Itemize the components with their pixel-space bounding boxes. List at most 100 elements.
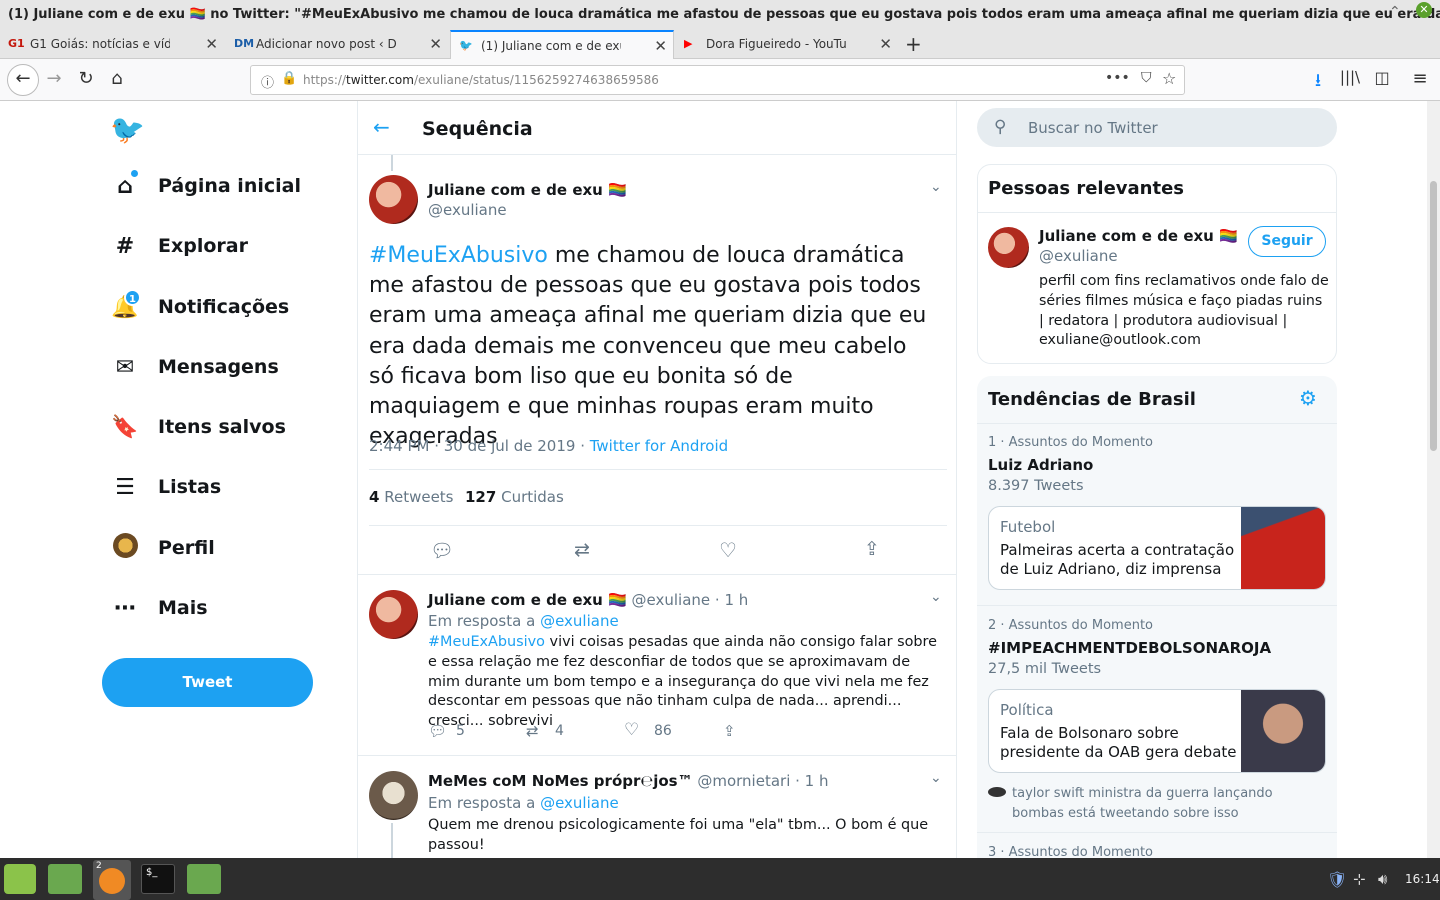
reply-avatar[interactable]: [369, 590, 418, 639]
scrollbar-thumb[interactable]: [1430, 181, 1437, 451]
close-tab-icon[interactable]: ✕: [654, 37, 667, 55]
mint-menu-icon[interactable]: [4, 864, 36, 894]
reply-author-name[interactable]: MeMes coM NoMes própr℮jos™: [428, 772, 693, 790]
tweet-time[interactable]: 2:44 PM · 30 de jul de 2019: [369, 437, 575, 455]
nav-label: Mais: [158, 597, 208, 619]
tweet-source[interactable]: Twitter for Android: [590, 437, 728, 455]
retweet-icon[interactable]: ⇄: [526, 722, 539, 740]
person-name[interactable]: Juliane com e de exu 🏳️‍🌈: [1039, 227, 1238, 245]
person-handle[interactable]: @exuliane: [1039, 247, 1118, 265]
reply-author-name[interactable]: Juliane com e de exu 🏳️‍🌈: [428, 591, 627, 609]
new-tab-icon[interactable]: +: [905, 32, 922, 56]
tab-g1[interactable]: G1 G1 Goiás: notícias e vídeos da ✕: [0, 30, 224, 59]
nav-bookmarks[interactable]: 🔖 Itens salvos: [110, 407, 286, 447]
files-icon[interactable]: [187, 864, 221, 894]
reply-handle[interactable]: @exuliane · 1 h: [632, 591, 749, 609]
trend-name[interactable]: #IMPEACHMENTDEBOLSONAROJA: [988, 639, 1271, 657]
network-icon[interactable]: ⊹: [1353, 870, 1366, 888]
window-title-bar: (1) Juliane com e de exu 🏳️‍🌈 no Twitter…: [0, 0, 1440, 30]
tab-diario[interactable]: DM Adicionar novo post ‹ Diário d ✕: [226, 30, 448, 59]
like-count[interactable]: 127 Curtidas: [465, 488, 564, 506]
author-name[interactable]: Juliane com e de exu 🏳️‍🌈: [428, 181, 627, 199]
nav-lists[interactable]: ☰ Listas: [110, 467, 221, 507]
reply-context: Em resposta a @exuliane: [428, 794, 619, 812]
trend-meta: 3 · Assuntos do Momento: [988, 845, 1154, 858]
nav-notifications[interactable]: 🔔 1 Notificações: [110, 287, 289, 327]
back-icon[interactable]: ←: [7, 64, 39, 96]
minimize-icon[interactable]: –: [1360, 4, 1367, 20]
nav-home[interactable]: ⌂ Página inicial: [110, 166, 301, 206]
trend-count: 27,5 mil Tweets: [988, 661, 1102, 677]
maximize-icon[interactable]: ⌃: [1389, 4, 1401, 20]
retweet-count: 4: [555, 723, 564, 739]
chevron-down-icon[interactable]: ⌄: [930, 179, 942, 195]
chevron-down-icon[interactable]: ⌄: [930, 770, 942, 786]
url-bar[interactable]: ⓘ 🔒 https://twitter.com/exuliane/status/…: [250, 65, 1185, 95]
volume-icon[interactable]: 🔊︎: [1378, 870, 1387, 888]
reply-to-link[interactable]: @exuliane: [540, 612, 619, 630]
menu-icon[interactable]: ≡: [1408, 68, 1432, 89]
page-actions-icon[interactable]: •••: [1105, 70, 1130, 86]
twitter-logo-icon[interactable]: 🐦: [110, 113, 145, 146]
info-icon[interactable]: ⓘ: [261, 72, 274, 91]
back-arrow-icon[interactable]: ←: [373, 115, 390, 139]
downloads-icon[interactable]: ⭳: [1306, 68, 1330, 98]
trend-news-card[interactable]: Futebol Palmeiras acerta a contratação d…: [988, 506, 1326, 590]
home-button-icon[interactable]: ⌂: [105, 68, 129, 89]
bookmark-star-icon[interactable]: ☆: [1162, 69, 1176, 88]
follow-button[interactable]: Seguir: [1248, 226, 1326, 257]
like-icon[interactable]: ♡: [624, 720, 639, 740]
like-label: Curtidas: [501, 488, 564, 506]
meta-separator: ·: [575, 437, 590, 455]
shield-icon[interactable]: 🛡: [1327, 870, 1347, 889]
retweet-icon[interactable]: ⇄: [574, 539, 590, 561]
reload-icon[interactable]: ↻: [74, 68, 98, 89]
reply-to-link[interactable]: @exuliane: [540, 794, 619, 812]
nav-more[interactable]: ⋯ Mais: [110, 588, 208, 628]
hashtag-link[interactable]: #MeuExAbusivo: [369, 243, 548, 268]
sidebar-toggle-icon[interactable]: ◫: [1370, 68, 1394, 87]
tab-bar: G1 G1 Goiás: notícias e vídeos da ✕ DM A…: [0, 30, 1440, 60]
os-taskbar: 2 $_ 🛡 ⊹ 🔊︎ 16:14: [0, 858, 1440, 900]
share-icon[interactable]: ⇪: [723, 722, 736, 740]
tab-youtube[interactable]: ▶ Dora Figueiredo - YouTube ✕: [676, 30, 898, 59]
close-tab-icon[interactable]: ✕: [879, 35, 892, 53]
author-handle[interactable]: @exuliane: [428, 201, 507, 219]
tweet-button[interactable]: Tweet: [102, 658, 313, 707]
nav-profile[interactable]: Perfil: [110, 528, 215, 568]
show-desktop-icon[interactable]: [48, 864, 82, 894]
reply-avatar[interactable]: [369, 771, 418, 820]
panel-title: Tendências de Brasil: [988, 389, 1196, 410]
forward-icon[interactable]: →: [42, 68, 66, 89]
trend-news-card[interactable]: Política Fala de Bolsonaro sobre preside…: [988, 689, 1326, 773]
card-headline: Palmeiras acerta a contratação de Luiz A…: [1000, 541, 1235, 578]
share-icon[interactable]: ⇪: [864, 538, 880, 560]
library-icon[interactable]: |||\: [1338, 68, 1362, 86]
firefox-taskbar-icon[interactable]: 2: [93, 860, 131, 900]
reply-handle[interactable]: @mornietari · 1 h: [697, 772, 828, 790]
trend-name[interactable]: Luiz Adriano: [988, 456, 1093, 474]
scrollbar-track[interactable]: [1427, 101, 1440, 858]
hashtag-link[interactable]: #MeuExAbusivo: [428, 634, 545, 650]
card-headline: Fala de Bolsonaro sobre presidente da OA…: [1000, 724, 1237, 761]
retweet-count[interactable]: 4 Retweets: [369, 488, 454, 506]
close-window-icon[interactable]: ✕: [1416, 2, 1432, 18]
close-tab-icon[interactable]: ✕: [429, 35, 442, 53]
settings-gear-icon[interactable]: ⚙: [1299, 386, 1317, 410]
clock[interactable]: 16:14: [1405, 872, 1440, 886]
terminal-icon[interactable]: $_: [141, 864, 175, 894]
nav-explore[interactable]: # Explorar: [110, 226, 248, 266]
search-input[interactable]: ⚲ Buscar no Twitter: [977, 108, 1337, 147]
reply-icon[interactable]: 💬︎: [430, 539, 454, 562]
profile-avatar: [110, 532, 140, 564]
author-avatar[interactable]: [369, 175, 418, 224]
like-icon[interactable]: ♡: [719, 538, 737, 562]
chevron-down-icon[interactable]: ⌄: [930, 589, 942, 605]
nav-messages[interactable]: ✉ Mensagens: [110, 347, 279, 387]
person-avatar[interactable]: [988, 227, 1029, 268]
thread-header: ← Sequência: [358, 101, 956, 155]
close-tab-icon[interactable]: ✕: [205, 35, 218, 53]
tab-twitter[interactable]: 🐦 (1) Juliane com e de exu 🏳️‍🌈 no ✕: [450, 30, 674, 60]
reply-icon[interactable]: 💬︎: [428, 722, 447, 740]
pocket-icon[interactable]: ⛉: [1141, 70, 1152, 86]
